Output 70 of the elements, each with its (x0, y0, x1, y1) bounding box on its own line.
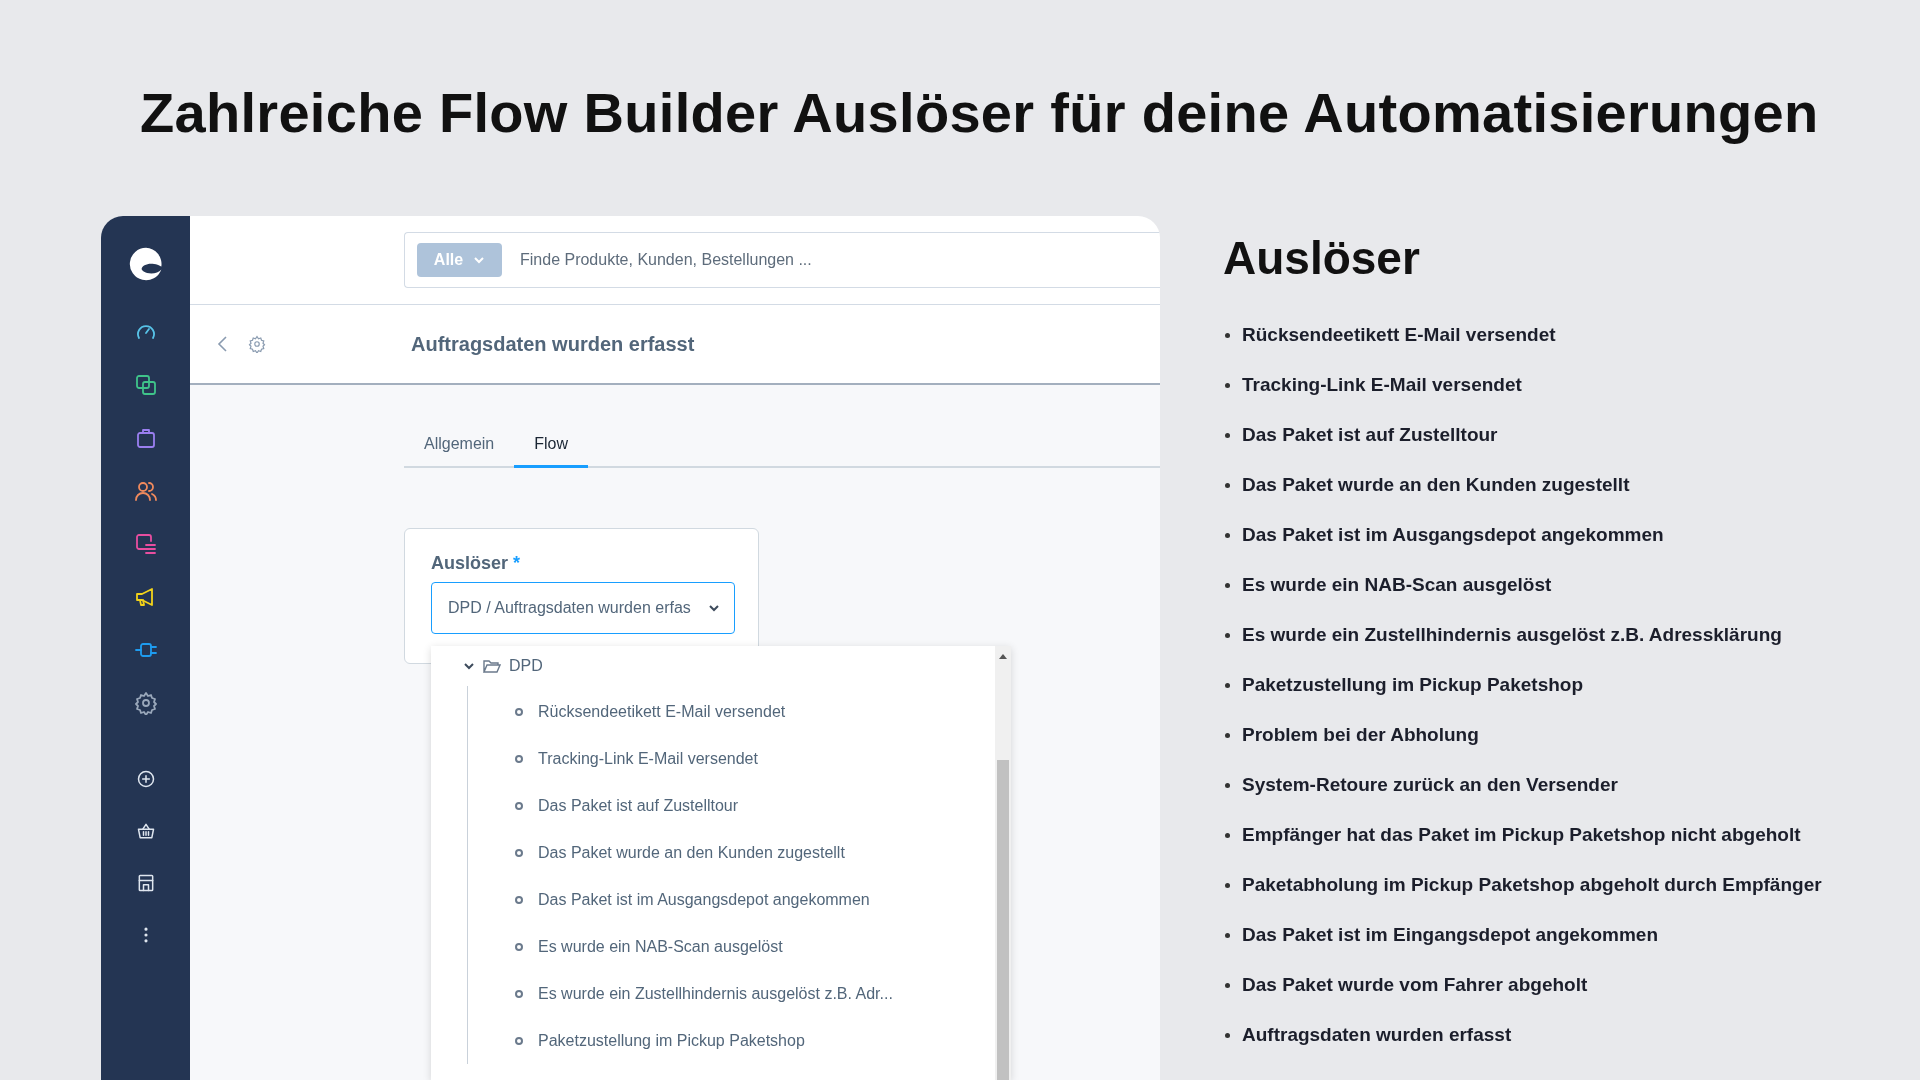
bullet-icon (1225, 682, 1230, 688)
tab[interactable]: Flow (514, 435, 589, 468)
trigger-name: Das Paket ist im Eingangsdepot angekommen (1242, 924, 1658, 946)
bullet-icon (1225, 332, 1230, 338)
trigger-name: Das Paket wurde vom Fahrer abgeholt (1242, 974, 1588, 996)
back-icon[interactable] (216, 334, 230, 354)
bullet-icon (514, 1035, 524, 1046)
bullet-icon (1225, 582, 1230, 588)
trigger-name: Das Paket wurde an den Kunden zugestellt (1242, 474, 1630, 496)
add-icon[interactable] (135, 769, 156, 789)
trigger-name: Problem bei der Abholung (1242, 724, 1479, 746)
trigger-name: Rücksendeetikett E-Mail versendet (1242, 324, 1556, 346)
tree-item[interactable]: Das Paket ist im Ausgangsdepot angekommen (468, 876, 995, 923)
tree-item[interactable]: Rücksendeetikett E-Mail versendet (468, 688, 995, 735)
tree-item[interactable]: Paketzustellung im Pickup Paketshop (468, 1017, 995, 1064)
chevron-down-icon (473, 254, 486, 266)
trigger-name: Das Paket ist auf Zustelltour (1242, 424, 1498, 446)
scroll-up-icon[interactable] (998, 652, 1008, 660)
trigger-name: Empfänger hat das Paket im Pickup Paketshop nicht abgeholt (1242, 824, 1801, 846)
bullet-icon (1225, 832, 1230, 838)
settings-icon[interactable] (133, 691, 158, 715)
trigger-name: Es wurde ein NAB-Scan ausgelöst (1242, 574, 1552, 596)
bullet-icon (1225, 982, 1230, 988)
panel-title: Auslöser (1223, 231, 1421, 286)
trigger-name: Paketzustellung im Pickup Paketshop (1242, 674, 1584, 696)
tree-item[interactable]: Das Paket wurde an den Kunden zugestellt (468, 829, 995, 876)
chevron-down-icon (708, 602, 720, 614)
bullet-icon (514, 988, 524, 999)
chevron-down-icon[interactable] (463, 660, 475, 672)
bullet-icon (1225, 482, 1230, 488)
users-icon[interactable] (133, 479, 158, 503)
bullet-icon (1225, 732, 1230, 738)
trigger-name: Das Paket ist im Ausgangsdepot angekommen (1242, 524, 1664, 546)
scrollbar[interactable] (995, 646, 1011, 1080)
bullet-icon (1225, 932, 1230, 938)
trigger-name: System-Retoure zurück an den Versender (1242, 774, 1618, 796)
bullet-icon (514, 894, 524, 905)
bullet-icon (1225, 532, 1230, 538)
settings-icon[interactable] (248, 335, 266, 353)
trigger-name: Es wurde ein Zustellhindernis ausgelöst z.B. Adressklärung (1242, 624, 1782, 646)
bullet-icon (1225, 432, 1230, 438)
copy-icon[interactable] (133, 373, 158, 397)
bullet-icon (514, 847, 524, 858)
tree-item[interactable]: Tracking-Link E-Mail versendet (468, 735, 995, 782)
tree-folder[interactable]: DPD (431, 646, 995, 686)
bullet-icon (1225, 382, 1230, 388)
folder-icon (483, 658, 501, 674)
bullet-icon (1225, 1032, 1230, 1038)
page-title: Auftragsdaten wurden erfasst (411, 332, 695, 356)
tree-item[interactable]: Es wurde ein NAB-Scan ausgelöst (468, 923, 995, 970)
bullet-icon (1225, 782, 1230, 788)
scroll-thumb[interactable] (997, 760, 1009, 1080)
trigger-select[interactable]: DPD / Auftragsdaten wurden erfas (431, 582, 735, 634)
trigger-name: Tracking-Link E-Mail versendet (1242, 374, 1522, 396)
logo-icon (127, 246, 164, 282)
tree-item[interactable]: Das Paket ist auf Zustelltour (468, 782, 995, 829)
trigger-name: Auftragsdaten wurden erfasst (1242, 1024, 1512, 1046)
trigger-name: Paketabholung im Pickup Paketshop abgeholt durch Empfänger (1242, 874, 1822, 896)
headline: Zahlreiche Flow Builder Auslöser für deine Automatisierungen (140, 80, 1819, 146)
bullet-icon (514, 941, 524, 952)
field-label: Auslöser * (431, 553, 522, 574)
bullet-icon (514, 753, 524, 764)
bullet-icon (1225, 882, 1230, 888)
basket-icon[interactable] (135, 821, 156, 841)
bullet-icon (1225, 632, 1230, 638)
bullet-icon (514, 706, 524, 717)
bullet-icon (514, 800, 524, 811)
tab[interactable]: Allgemein (404, 435, 515, 468)
list-icon[interactable] (133, 532, 158, 556)
tree-item[interactable]: Es wurde ein Zustellhindernis ausgelöst z.B. Adr... (468, 970, 995, 1017)
